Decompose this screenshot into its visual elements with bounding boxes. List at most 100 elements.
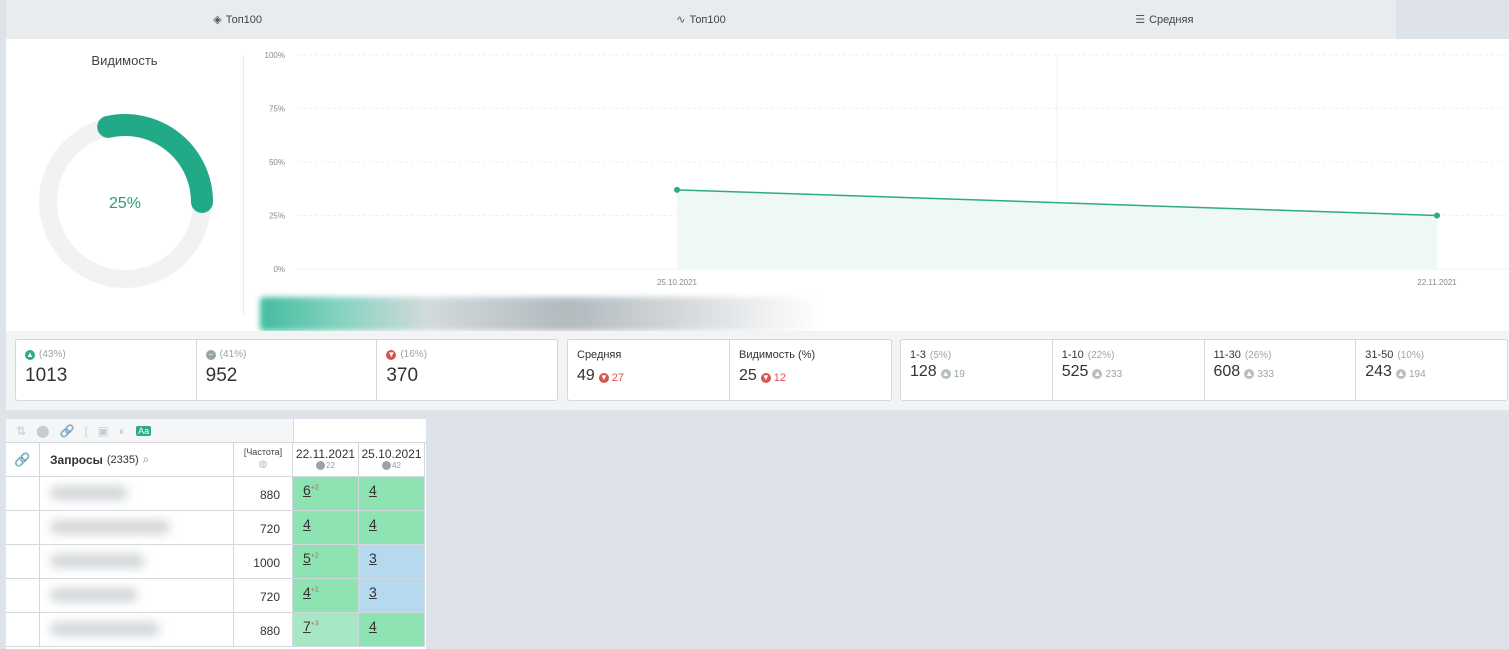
position-cell[interactable]: 6+2 <box>293 477 359 511</box>
frequency-cell: 720 <box>234 579 293 613</box>
separator-icon: | <box>84 423 88 438</box>
range-delta: 19 <box>953 368 965 380</box>
position-link[interactable]: 4 <box>369 516 377 532</box>
table-row: 880 6+2 4 <box>6 477 426 511</box>
stat-pct: (43%) <box>39 349 66 360</box>
query-cell[interactable] <box>40 545 234 579</box>
y-tick-label: 0% <box>273 265 285 274</box>
tab-top100-trend[interactable]: ∿ Топ100 <box>469 0 932 39</box>
position-link[interactable]: 4 <box>369 618 377 634</box>
range-1-3[interactable]: 1-3 (5%) 128 ▲ 19 <box>901 340 1053 400</box>
position-link[interactable]: 4 <box>303 516 311 532</box>
stat-unchanged[interactable]: − (41%) 952 <box>197 340 378 400</box>
frequency-cell: 720 <box>234 511 293 545</box>
donut-arc <box>97 114 213 213</box>
stat-visibility: Видимость (%) 25 ▼ 12 <box>730 340 891 400</box>
blurred-query <box>50 486 128 500</box>
stat-improved[interactable]: ▲ (43%) 1013 <box>16 340 197 400</box>
row-link-cell[interactable] <box>6 511 40 545</box>
position-cell[interactable]: 4 <box>359 613 425 647</box>
position-link[interactable]: 4 <box>303 584 311 600</box>
blurred-legend <box>260 297 820 331</box>
google-badge-icon <box>382 461 392 470</box>
position-link[interactable]: 3 <box>369 550 377 566</box>
range-delta: 333 <box>1257 368 1274 380</box>
y-tick-label: 25% <box>269 212 285 221</box>
range-31-50[interactable]: 31-50 (10%) 243 ▲ 194 <box>1356 340 1507 400</box>
position-cell[interactable]: 4+1 <box>293 579 359 613</box>
row-link-cell[interactable] <box>6 477 40 511</box>
blurred-query <box>50 554 145 568</box>
query-cell[interactable] <box>40 477 234 511</box>
up-arrow-icon: ▲ <box>25 349 35 360</box>
table-row: 880 7+3 4 <box>6 613 426 647</box>
date-label: 25.10.2021 <box>361 447 422 461</box>
range-11-30[interactable]: 11-30 (26%) 608 ▲ 333 <box>1205 340 1357 400</box>
position-cell[interactable]: 4 <box>359 477 425 511</box>
date-column-header[interactable]: 25.10.2021 42 <box>359 443 425 477</box>
visibility-line-chart: 0% 25% 50% 75% 100% 25.10.2021 22.11.2021 <box>265 51 1509 287</box>
link-column-header[interactable]: 🔗 <box>6 443 40 477</box>
panel-divider <box>243 55 244 315</box>
query-cell[interactable] <box>40 579 234 613</box>
down-arrow-icon: ▼ <box>760 373 771 383</box>
queries-column-header[interactable]: Запросы (2335) ⌕ <box>40 443 234 477</box>
stat-delta: 27 <box>611 372 625 384</box>
layers-icon: ◈ <box>213 14 222 26</box>
frequency-cell: 880 <box>234 613 293 647</box>
position-cell[interactable]: 4 <box>359 511 425 545</box>
date-sub: 22 <box>326 461 335 470</box>
row-link-cell[interactable] <box>6 613 40 647</box>
frequency-cell: 1000 <box>234 545 293 579</box>
query-cell[interactable] <box>40 613 234 647</box>
range-delta: 194 <box>1408 368 1426 380</box>
stat-pct: (41%) <box>219 349 247 360</box>
date-label: 22.11.2021 <box>295 447 356 461</box>
table-toolbar: ⇅ ⬤ 🔗 | ▣ ◐ Aa <box>6 419 293 443</box>
date-column-header[interactable]: 22.11.2021 22 <box>293 443 359 477</box>
range-value: 525 <box>1061 363 1089 380</box>
minus-icon: − <box>205 349 216 360</box>
position-ranges-group: 1-3 (5%) 128 ▲ 19 1-10 (22%) 525 ▲ 233 11-30 (2… <box>900 339 1508 401</box>
link-icon[interactable]: 🔗 <box>60 424 75 438</box>
position-link[interactable]: 4 <box>369 482 377 498</box>
position-link[interactable]: 3 <box>369 584 377 600</box>
row-link-cell[interactable] <box>6 579 40 613</box>
stats-bar: ▲ (43%) 1013 − (41%) 952 ▼ (16%) 370 Средня… <box>6 331 1509 410</box>
range-pct: (22%) <box>1087 349 1115 361</box>
save-icon[interactable]: ▣ <box>98 424 109 438</box>
frequency-column-header[interactable]: [Частота] ◍ <box>234 443 293 477</box>
position-cell[interactable]: 4 <box>293 511 359 545</box>
position-link[interactable]: 7 <box>303 618 311 634</box>
donut-value: 25% <box>109 195 141 212</box>
query-cell[interactable] <box>40 511 234 545</box>
position-link[interactable]: 6 <box>303 482 311 498</box>
position-link[interactable]: 5 <box>303 550 311 566</box>
range-1-10[interactable]: 1-10 (22%) 525 ▲ 233 <box>1053 340 1205 400</box>
range-value: 128 <box>910 363 937 380</box>
tab-average[interactable]: ☰ Средняя <box>933 0 1396 39</box>
table-row: 720 4+1 3 <box>6 579 426 613</box>
data-point <box>674 186 680 193</box>
x-tick-label: 22.11.2021 <box>1417 278 1457 287</box>
range-label: 31-50 <box>1365 349 1394 361</box>
toggle-icon[interactable]: ⬤ <box>36 424 49 438</box>
stat-declined[interactable]: ▼ (16%) 370 <box>377 340 557 400</box>
stat-value: 370 <box>386 365 419 386</box>
range-delta: 233 <box>1105 368 1123 380</box>
up-arrow-icon: ▲ <box>940 369 951 379</box>
position-delta: +1 <box>310 586 319 594</box>
position-cell[interactable]: 5+2 <box>293 545 359 579</box>
sort-icon[interactable]: ⇅ <box>16 424 26 438</box>
range-pct: (10%) <box>1397 349 1425 361</box>
text-mode-icon[interactable]: Aa <box>136 425 152 436</box>
up-arrow-icon: ▲ <box>1395 369 1406 379</box>
range-value: 608 <box>1213 363 1241 380</box>
position-cell[interactable]: 7+3 <box>293 613 359 647</box>
position-cell[interactable]: 3 <box>359 579 425 613</box>
position-cell[interactable]: 3 <box>359 545 425 579</box>
row-link-cell[interactable] <box>6 545 40 579</box>
tab-top100-layers[interactable]: ◈ Топ100 <box>6 0 469 39</box>
contrast-icon[interactable]: ◐ <box>119 424 126 438</box>
search-icon[interactable]: ⌕ <box>143 452 150 467</box>
